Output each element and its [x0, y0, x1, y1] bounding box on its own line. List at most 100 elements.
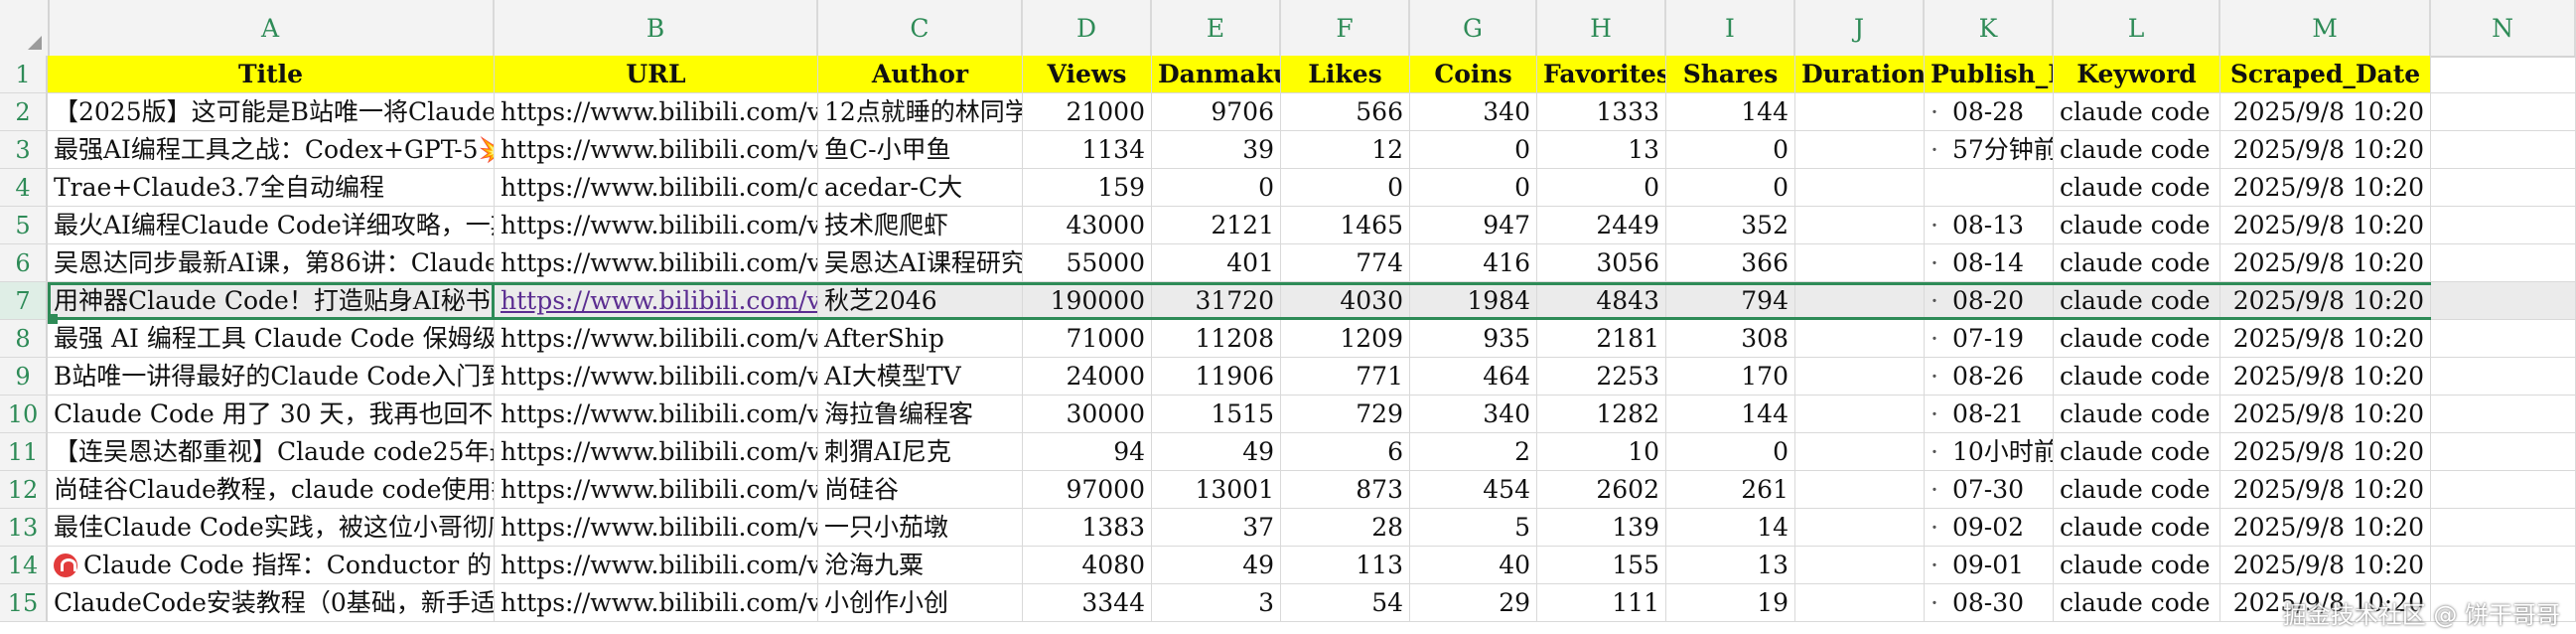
table-cell-favorites[interactable]: 4843	[1537, 282, 1666, 320]
table-cell-favorites[interactable]: 2602	[1537, 471, 1666, 509]
table-cell-danmaku[interactable]: 49	[1152, 433, 1281, 471]
table-cell-title[interactable]: 最佳Claude Code实践，被这位小哥彻底	[48, 509, 495, 547]
table-cell-publish[interactable]: · 08-20	[1925, 282, 2054, 320]
table-cell-author[interactable]: 吴恩达AI课程研究	[818, 244, 1023, 282]
table-cell-author[interactable]: 海拉鲁编程客	[818, 396, 1023, 433]
column-header-l[interactable]: L	[2054, 0, 2220, 56]
table-cell-publish[interactable]: · 08-26	[1925, 358, 2054, 396]
table-cell-publish[interactable]: · 07-30	[1925, 471, 2054, 509]
table-cell-author[interactable]: 沧海九粟	[818, 547, 1023, 584]
table-cell-url[interactable]: https://www.bilibili.com/che	[495, 169, 818, 207]
table-cell-views[interactable]: 30000	[1023, 396, 1152, 433]
row-header-5[interactable]: 5	[0, 207, 48, 244]
table-cell-likes[interactable]: 0	[1281, 169, 1410, 207]
table-cell-title[interactable]: 吴恩达同步最新AI课，第86讲：Claude	[48, 244, 495, 282]
header-cell-shares[interactable]: Shares	[1666, 56, 1795, 93]
table-cell-coins[interactable]: 2	[1410, 433, 1537, 471]
table-cell-views[interactable]: 1134	[1023, 131, 1152, 169]
column-header-k[interactable]: K	[1925, 0, 2054, 56]
table-cell-title[interactable]: 【2025版】这可能是B站唯一将Claude C	[48, 93, 495, 131]
table-cell-favorites[interactable]: 0	[1537, 169, 1666, 207]
table-cell-danmaku[interactable]: 49	[1152, 547, 1281, 584]
table-cell-favorites[interactable]: 2253	[1537, 358, 1666, 396]
header-cell-danmaku[interactable]: Danmaku	[1152, 56, 1281, 93]
table-cell-title[interactable]: 【连吴恩达都重视】Claude code25年最	[48, 433, 495, 471]
table-cell-likes[interactable]: 771	[1281, 358, 1410, 396]
table-cell-scraped[interactable]: 2025/9/8 10:20	[2220, 169, 2431, 207]
row-header-1[interactable]: 1	[0, 56, 48, 93]
table-cell-coins[interactable]: 5	[1410, 509, 1537, 547]
table-cell-views[interactable]: 24000	[1023, 358, 1152, 396]
table-cell-keyword[interactable]: claude code	[2054, 93, 2220, 131]
table-cell-duration[interactable]	[1795, 396, 1925, 433]
table-cell-favorites[interactable]: 1282	[1537, 396, 1666, 433]
empty-cell[interactable]	[2431, 169, 2576, 207]
table-cell-scraped[interactable]: 2025/9/8 10:20	[2220, 358, 2431, 396]
table-cell-danmaku[interactable]: 2121	[1152, 207, 1281, 244]
table-cell-shares[interactable]: 352	[1666, 207, 1795, 244]
empty-cell[interactable]	[2431, 56, 2576, 93]
table-cell-views[interactable]: 4080	[1023, 547, 1152, 584]
table-cell-author[interactable]: 12点就睡的林同学	[818, 93, 1023, 131]
table-cell-keyword[interactable]: claude code	[2054, 244, 2220, 282]
empty-cell[interactable]	[2431, 433, 2576, 471]
table-cell-coins[interactable]: 340	[1410, 93, 1537, 131]
row-header-6[interactable]: 6	[0, 244, 48, 282]
table-cell-shares[interactable]: 144	[1666, 396, 1795, 433]
table-cell-likes[interactable]: 54	[1281, 584, 1410, 622]
table-cell-title[interactable]: B站唯一讲得最好的Claude Code入门到	[48, 358, 495, 396]
table-cell-publish[interactable]: · 08-14	[1925, 244, 2054, 282]
table-cell-keyword[interactable]: claude code	[2054, 282, 2220, 320]
table-cell-title[interactable]: Trae+Claude3.7全自动编程	[48, 169, 495, 207]
table-cell-duration[interactable]	[1795, 282, 1925, 320]
table-cell-coins[interactable]: 416	[1410, 244, 1537, 282]
table-cell-duration[interactable]	[1795, 547, 1925, 584]
table-cell-danmaku[interactable]: 9706	[1152, 93, 1281, 131]
table-cell-scraped[interactable]: 2025/9/8 10:20	[2220, 320, 2431, 358]
column-header-i[interactable]: I	[1666, 0, 1795, 56]
empty-cell[interactable]	[2431, 320, 2576, 358]
table-cell-duration[interactable]	[1795, 584, 1925, 622]
table-cell-likes[interactable]: 1465	[1281, 207, 1410, 244]
table-cell-scraped[interactable]: 2025/9/8 10:20	[2220, 207, 2431, 244]
table-cell-coins[interactable]: 0	[1410, 169, 1537, 207]
table-cell-shares[interactable]: 0	[1666, 169, 1795, 207]
column-header-h[interactable]: H	[1537, 0, 1666, 56]
header-cell-duration[interactable]: Duration	[1795, 56, 1925, 93]
row-header-7[interactable]: 7	[0, 282, 48, 320]
table-cell-views[interactable]: 21000	[1023, 93, 1152, 131]
empty-cell[interactable]	[2431, 207, 2576, 244]
table-cell-publish[interactable]: · 08-13	[1925, 207, 2054, 244]
table-cell-favorites[interactable]: 13	[1537, 131, 1666, 169]
empty-cell[interactable]	[2431, 471, 2576, 509]
table-cell-views[interactable]: 71000	[1023, 320, 1152, 358]
table-cell-keyword[interactable]: claude code	[2054, 584, 2220, 622]
table-cell-shares[interactable]: 19	[1666, 584, 1795, 622]
table-cell-publish[interactable]: · 08-30	[1925, 584, 2054, 622]
table-cell-coins[interactable]: 464	[1410, 358, 1537, 396]
table-cell-coins[interactable]: 0	[1410, 131, 1537, 169]
table-cell-shares[interactable]: 0	[1666, 131, 1795, 169]
table-cell-url[interactable]: https://www.bilibili.com/vid	[495, 433, 818, 471]
empty-cell[interactable]	[2431, 282, 2576, 320]
row-header-2[interactable]: 2	[0, 93, 48, 131]
table-cell-danmaku[interactable]: 1515	[1152, 396, 1281, 433]
table-cell-keyword[interactable]: claude code	[2054, 509, 2220, 547]
table-cell-duration[interactable]	[1795, 358, 1925, 396]
table-cell-danmaku[interactable]: 3	[1152, 584, 1281, 622]
table-cell-keyword[interactable]: claude code	[2054, 207, 2220, 244]
table-cell-publish[interactable]: · 09-01	[1925, 547, 2054, 584]
column-header-m[interactable]: M	[2220, 0, 2431, 56]
table-cell-views[interactable]: 159	[1023, 169, 1152, 207]
table-cell-scraped[interactable]: 2025/9/8 10:20	[2220, 282, 2431, 320]
column-header-g[interactable]: G	[1410, 0, 1537, 56]
table-cell-coins[interactable]: 1984	[1410, 282, 1537, 320]
table-cell-danmaku[interactable]: 0	[1152, 169, 1281, 207]
table-cell-keyword[interactable]: claude code	[2054, 320, 2220, 358]
empty-cell[interactable]	[2431, 547, 2576, 584]
table-cell-title[interactable]: 用神器Claude Code！打造贴身AI秘书团	[48, 282, 495, 320]
table-cell-likes[interactable]: 566	[1281, 93, 1410, 131]
table-cell-author[interactable]: AI大模型TV	[818, 358, 1023, 396]
row-header-3[interactable]: 3	[0, 131, 48, 169]
table-cell-favorites[interactable]: 139	[1537, 509, 1666, 547]
